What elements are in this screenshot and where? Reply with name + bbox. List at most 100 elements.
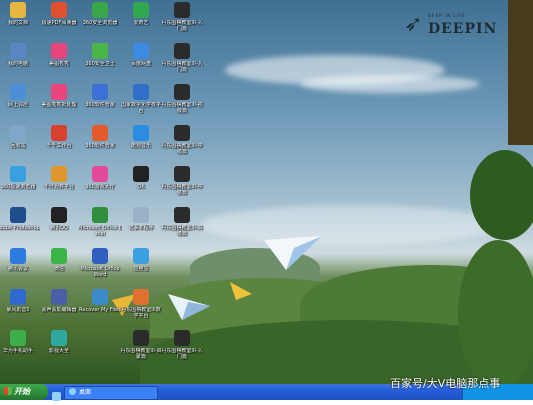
desktop-shortcut-label: 会声会影编辑器 — [41, 307, 77, 313]
desktop-shortcut-label: 腾讯会议 — [7, 266, 28, 272]
go-icon — [174, 125, 190, 141]
desktop-shortcut[interactable]: 应用宝 — [119, 248, 163, 290]
desktop-shortcut[interactable]: 千千工作台 — [37, 125, 81, 167]
desktop-shortcut[interactable]: 丹东围棋教室III-入门篇 — [160, 2, 204, 44]
desktop-shortcut[interactable]: 千仟对弈平台 — [37, 166, 81, 208]
ok-icon — [133, 166, 149, 182]
desktop-shortcut[interactable]: 丹东围棋教室III-启蒙篇 — [119, 330, 163, 372]
desktop-shortcut-label: 360极速浏览器 — [0, 184, 36, 190]
desktop-shortcut[interactable]: 暴风影音5 — [0, 289, 40, 331]
desktop-shortcut[interactable]: 国家数字化学校平台 — [119, 84, 163, 126]
desktop-shortcut-label: 我的文档 — [7, 20, 28, 26]
desktop-shortcut[interactable]: 网上邻居 — [0, 84, 40, 126]
desktop-shortcut[interactable]: 丹东围棋教室III-中级篇 — [160, 166, 204, 208]
go-icon — [174, 2, 190, 18]
desktop-shortcut-label: 丹东围棋教室III数学平台 — [121, 307, 161, 319]
desktop-shortcut[interactable]: 腾讯会议 — [0, 248, 40, 290]
desktop-shortcut[interactable]: 回收站 — [0, 125, 40, 167]
notepad-icon — [133, 207, 149, 223]
browser-icon — [92, 2, 108, 18]
taskbar-window-button[interactable]: 桌面 — [64, 386, 158, 400]
desktop-shortcut[interactable]: 酷狗音乐 — [119, 125, 163, 167]
desktop-shortcut[interactable]: 丹东围棋教室III-初级篇 — [160, 84, 204, 126]
windows-logo-icon — [4, 387, 12, 395]
go-icon — [133, 289, 149, 305]
desktop-shortcut[interactable]: 记事本程序 — [119, 207, 163, 249]
desktop-shortcut[interactable]: Microsoft Office Excel — [78, 207, 122, 249]
word-icon — [92, 248, 108, 264]
desktop-shortcut[interactable]: 极速PDF阅读器 — [37, 2, 81, 44]
desktop-shortcut-label: 回收站 — [10, 143, 26, 149]
desktop-shortcut[interactable]: 360软件管家 — [78, 125, 122, 167]
storm-icon — [10, 289, 26, 305]
desktop-shortcut[interactable]: 360安全卫士 — [78, 43, 122, 85]
desktop-shortcut[interactable]: 360软件管家 — [78, 84, 122, 126]
desktop-shortcut-label: 腾讯QQ — [50, 225, 68, 231]
video-icon — [133, 2, 149, 18]
desktop-shortcut-label: 丹东围棋教室III-入门篇 — [161, 20, 203, 32]
desktop-shortcut-label: 千千工作台 — [46, 143, 72, 149]
workbench-icon — [51, 125, 67, 141]
desktop-shortcut[interactable]: 360极速浏览器 — [0, 166, 40, 208]
desktop-shortcut[interactable]: Adobe Photoshop — [0, 207, 40, 249]
desktop-shortcut[interactable]: 微信 — [37, 248, 81, 290]
phone-assistant-icon — [10, 330, 26, 346]
network-icon — [10, 84, 26, 100]
chess-icon — [51, 166, 67, 182]
desktop-shortcut-label: Microsoft Office Word — [80, 266, 120, 278]
start-button[interactable]: 开始 — [0, 384, 48, 400]
photoshop-icon — [10, 207, 26, 223]
desktop-shortcut-label: 网上邻居 — [7, 102, 28, 108]
go-icon — [174, 84, 190, 100]
speed-browser-icon — [10, 166, 26, 182]
desktop-shortcut[interactable]: 百度网盘 — [119, 43, 163, 85]
app-store-icon — [92, 125, 108, 141]
desktop-shortcut[interactable]: 美图秀秀 — [37, 43, 81, 85]
desktop-shortcut[interactable]: Microsoft Office Word — [78, 248, 122, 290]
desktop-shortcut[interactable]: 爱奇艺 — [119, 2, 163, 44]
desktop-shortcut-label: Adobe Photoshop — [0, 225, 40, 231]
go-icon — [174, 207, 190, 223]
desktop-shortcut-label: 记事本程序 — [128, 225, 154, 231]
desktop-shortcut-label: 360安全卫士 — [85, 61, 115, 67]
desktop: ➶ DEEP IN LIFE DEEPIN 我的文档 极速PDF阅读器 360安全浏… — [0, 0, 533, 384]
cloud — [200, 205, 500, 245]
pdf-icon — [51, 2, 67, 18]
desktop-shortcut[interactable]: 360游戏大厅 — [78, 166, 122, 208]
desktop-shortcut-label: 千仟对弈平台 — [43, 184, 74, 190]
app-icon — [133, 248, 149, 264]
go-icon — [174, 166, 190, 182]
desktop-shortcut-label: 暴风影音5 — [6, 307, 30, 313]
desktop-shortcut-label: Recover My Files — [79, 307, 121, 313]
desktop-shortcut-label: 360软件管家 — [85, 102, 115, 108]
recycle-bin-icon — [10, 125, 26, 141]
desktop-shortcut[interactable]: 我的文档 — [0, 2, 40, 44]
desktop-shortcut[interactable]: 华为手机助手 — [0, 330, 40, 372]
desktop-shortcut[interactable]: 我的电脑 — [0, 43, 40, 85]
desktop-shortcut[interactable]: 丹东围棋教室III-高级篇 — [160, 207, 204, 249]
quick-launch — [52, 386, 63, 401]
desktop-shortcut[interactable]: 丹东围棋教室III-中级篇 — [160, 125, 204, 167]
desktop-shortcut[interactable]: 影视大全 — [37, 330, 81, 372]
desktop-shortcut[interactable]: OK — [119, 166, 163, 208]
window-icon — [69, 388, 76, 395]
desktop-shortcut-label: 360软件管家 — [85, 143, 115, 149]
desktop-shortcut[interactable]: Recover My Files — [78, 289, 122, 331]
desktop-shortcut[interactable]: 丹东围棋教室III数学平台 — [119, 289, 163, 331]
desktop-shortcut[interactable]: 会声会影编辑器 — [37, 289, 81, 331]
tree-foliage — [470, 150, 533, 240]
taskbar-window-label: 桌面 — [79, 389, 92, 396]
cloud — [300, 75, 480, 93]
desktop-shortcut[interactable]: 丹东围棋教室III-入门篇 — [160, 330, 204, 372]
desktop-shortcut[interactable]: 丹东围棋教室III-入门篇 — [160, 43, 204, 85]
desktop-shortcut[interactable]: 美图秀秀批处理 — [37, 84, 81, 126]
excel-icon — [92, 207, 108, 223]
deepin-logo: ➶ DEEP IN LIFE DEEPIN — [404, 10, 496, 48]
desktop-shortcut[interactable]: 腾讯QQ — [37, 207, 81, 249]
go-icon — [174, 330, 190, 346]
cloud-icon — [133, 43, 149, 59]
desktop-shortcut-label: 华为手机助手 — [2, 348, 33, 354]
go-icon — [133, 330, 149, 346]
desktop-shortcut[interactable]: 360安全浏览器 — [78, 2, 122, 44]
desktop-shortcut-label: 丹东围棋教室III-高级篇 — [161, 225, 203, 237]
